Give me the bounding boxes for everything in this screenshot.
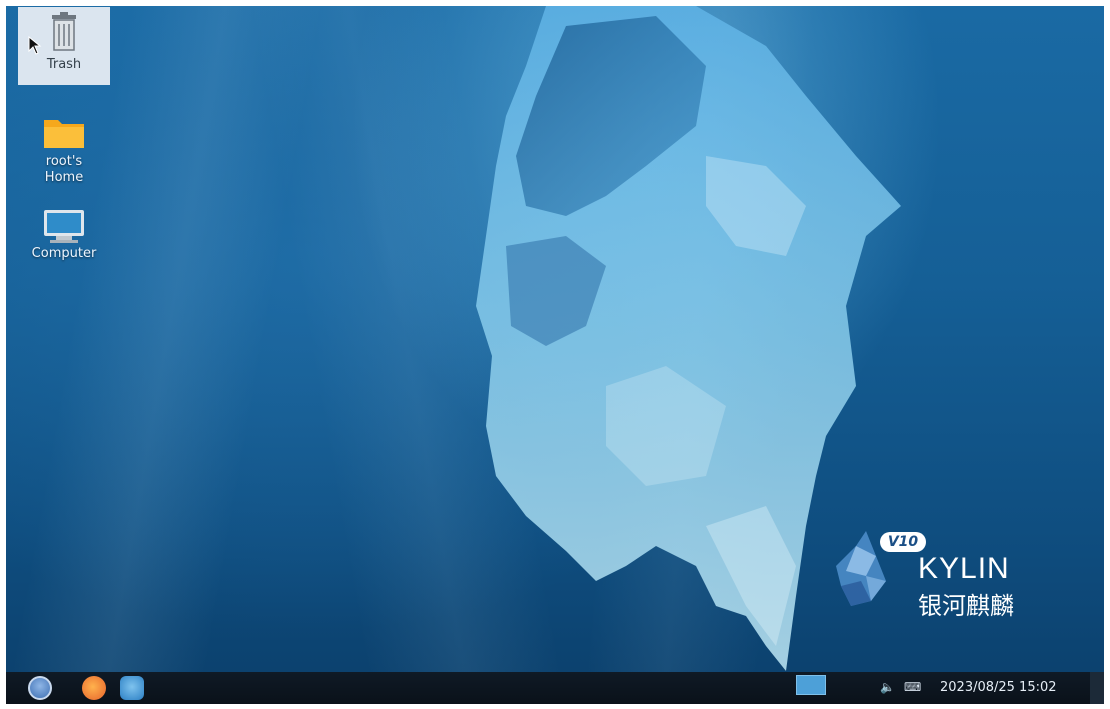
- desktop-icon-computer[interactable]: Computer: [18, 208, 110, 262]
- desktop-icon-label: Computer: [31, 246, 97, 261]
- network-icon[interactable]: ⌨: [904, 680, 921, 694]
- volume-icon[interactable]: 🔈: [880, 680, 895, 694]
- desktop-icon-label: Trash: [46, 57, 82, 72]
- logo-chinese-name: 银河麒麟: [918, 592, 1014, 620]
- file-manager-icon[interactable]: [120, 676, 144, 700]
- folder-icon: [44, 120, 84, 148]
- kylin-logo: V10 KYLIN 银河麒麟: [826, 526, 1046, 626]
- show-desktop-button[interactable]: [1090, 672, 1104, 704]
- desktop-icon-home[interactable]: root's Home: [18, 112, 110, 186]
- mouse-pointer-icon: [28, 36, 42, 55]
- taskbar-window-button[interactable]: [796, 675, 826, 695]
- desktop[interactable]: V10 KYLIN 银河麒麟: [6, 6, 1104, 703]
- trash-icon: [52, 12, 76, 51]
- logo-brand-name: KYLIN: [918, 552, 1010, 585]
- desktop-icon-label: root's Home: [44, 154, 84, 185]
- computer-icon: [44, 210, 84, 243]
- clock[interactable]: 2023/08/25 15:02: [940, 680, 1057, 695]
- start-menu-icon[interactable]: [28, 676, 52, 700]
- logo-version-badge: V10: [880, 532, 926, 552]
- taskbar: 🔈 ⌨ 2023/08/25 15:02: [6, 672, 1104, 704]
- firefox-icon[interactable]: [82, 676, 106, 700]
